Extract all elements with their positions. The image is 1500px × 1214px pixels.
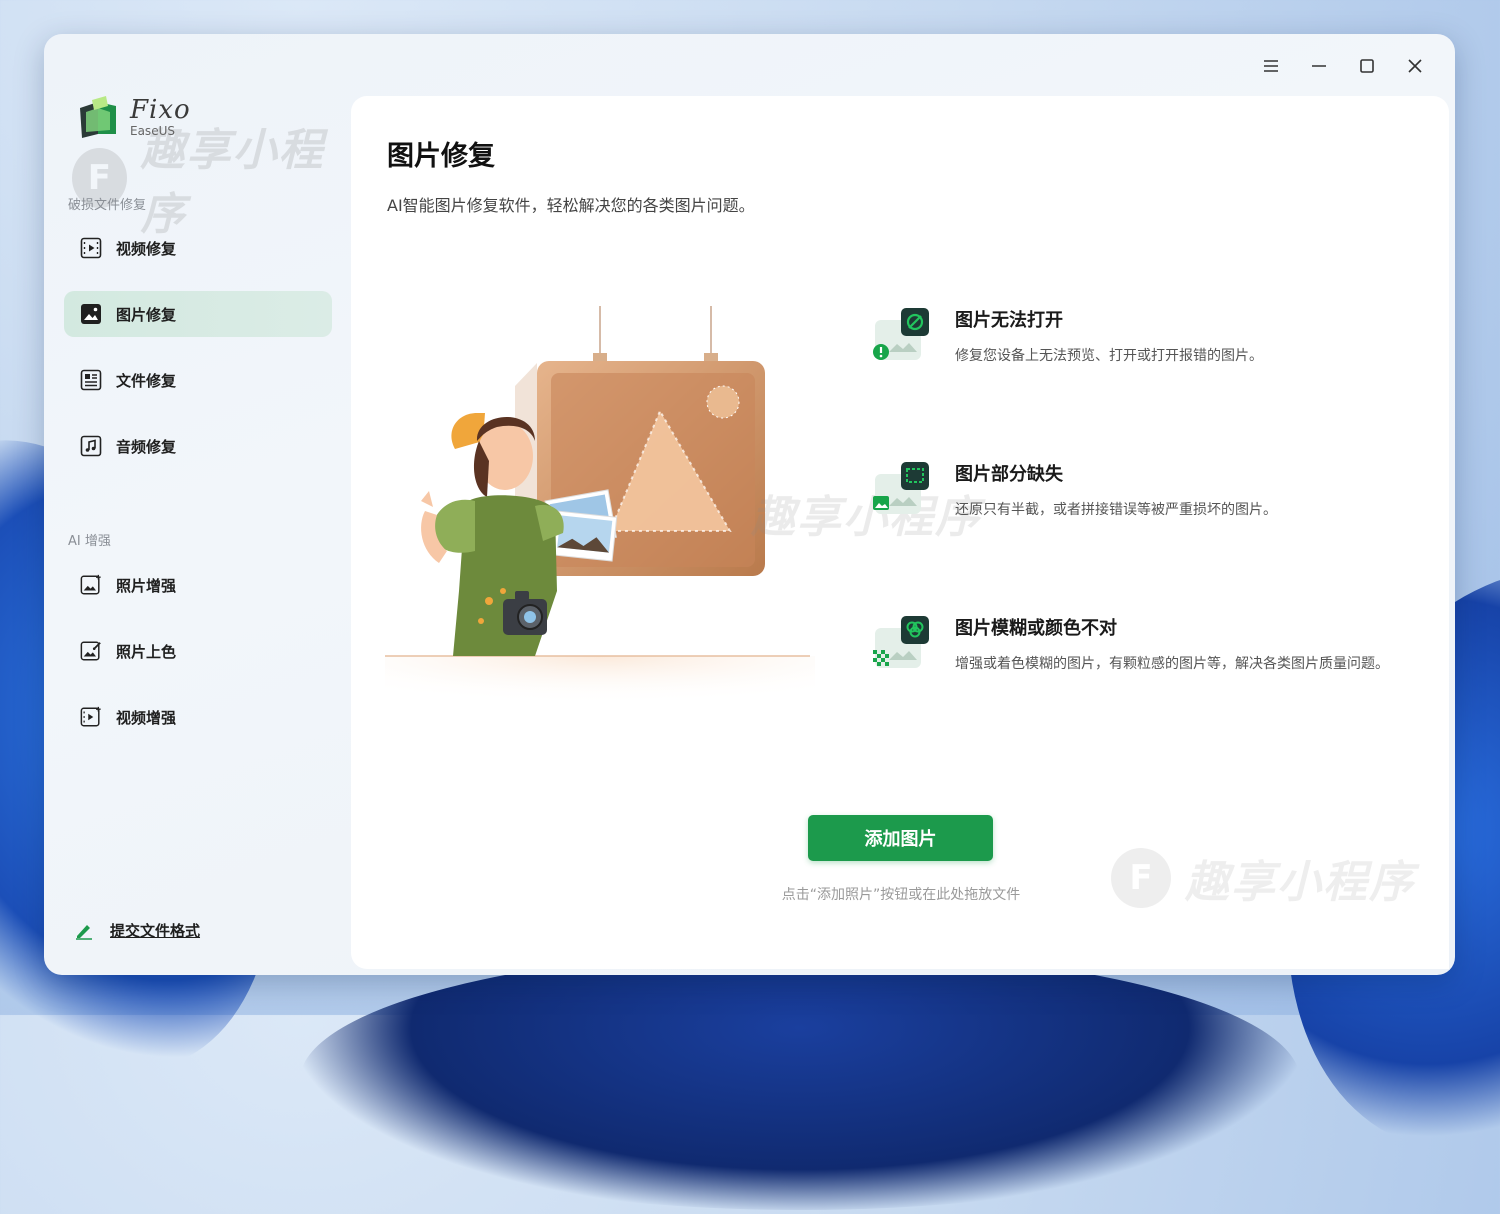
app-window: F 趣享小程序 Fixo EaseUS 破损文件修复 视频修复 图片修复 文件修… xyxy=(44,34,1455,975)
feature-description: 增强或着色模糊的图片，有颗粒感的图片等，解决各类图片质量问题。 xyxy=(955,656,1389,672)
sidebar-item-label: 照片增强 xyxy=(116,576,177,595)
sidebar-item-audio-repair[interactable]: 音频修复 xyxy=(64,423,332,469)
close-icon[interactable] xyxy=(1395,52,1435,80)
watermark-logo: F xyxy=(1111,848,1171,908)
watermark-text: 趣享小程序 xyxy=(1185,857,1415,908)
sidebar-item-image-repair[interactable]: 图片修复 xyxy=(64,291,332,337)
logo-subtitle: EaseUS xyxy=(130,124,175,138)
section-label-repair: 破损文件修复 xyxy=(68,198,147,213)
sidebar-item-video-repair[interactable]: 视频修复 xyxy=(64,225,332,271)
sidebar: F 趣享小程序 Fixo EaseUS 破损文件修复 视频修复 图片修复 文件修… xyxy=(44,34,350,975)
blurry-image-icon xyxy=(873,616,929,668)
photo-colorize-icon xyxy=(80,640,102,662)
sidebar-item-video-enhance[interactable]: 视频增强 xyxy=(64,694,332,740)
section-label-ai: AI 增强 xyxy=(68,534,111,549)
photo-enhance-icon xyxy=(80,574,102,596)
app-logo: Fixo EaseUS xyxy=(76,94,191,140)
feature-title: 图片无法打开 xyxy=(955,310,1063,331)
watermark: F 趣享小程序 xyxy=(1111,846,1415,910)
feature-description: 修复您设备上无法预览、打开或打开报错的图片。 xyxy=(955,348,1263,364)
partial-image-icon xyxy=(873,462,929,514)
document-file-icon xyxy=(80,369,102,391)
maximize-icon[interactable] xyxy=(1347,52,1387,80)
pencil-icon xyxy=(76,924,92,940)
video-enhance-icon xyxy=(80,706,102,728)
video-file-icon xyxy=(80,237,102,259)
broken-image-icon xyxy=(873,308,929,360)
sidebar-item-label: 文件修复 xyxy=(116,371,177,390)
sidebar-item-label: 照片上色 xyxy=(116,642,177,661)
audio-file-icon xyxy=(80,435,102,457)
logo-title: Fixo xyxy=(130,95,191,125)
wallpaper-swirl-bottom xyxy=(300,950,1300,1210)
add-image-button[interactable]: 添加图片 xyxy=(808,815,993,861)
submit-file-format-link[interactable]: 提交文件格式 xyxy=(74,920,200,941)
sidebar-item-label: 视频增强 xyxy=(116,708,177,727)
sidebar-item-label: 图片修复 xyxy=(116,305,177,324)
sidebar-item-photo-colorize[interactable]: 照片上色 xyxy=(64,628,332,674)
submit-file-format-label: 提交文件格式 xyxy=(110,922,201,940)
watermark-text-mid: 趣享小程序 xyxy=(751,492,981,543)
page-subtitle: AI智能图片修复软件，轻松解决您的各类图片问题。 xyxy=(387,196,755,215)
fixo-logo-icon xyxy=(80,96,116,138)
window-controls xyxy=(1251,52,1435,80)
hamburger-icon[interactable] xyxy=(1251,52,1291,80)
page-title: 图片修复 xyxy=(387,141,495,172)
main-panel: 图片修复 AI智能图片修复软件，轻松解决您的各类图片问题。 趣享小程序 图片无法… xyxy=(351,96,1449,969)
sidebar-item-label: 视频修复 xyxy=(116,239,177,258)
sidebar-item-label: 音频修复 xyxy=(116,437,177,456)
drop-hint: 点击“添加照片”按钮或在此处拖放文件 xyxy=(781,887,1021,903)
sidebar-item-file-repair[interactable]: 文件修复 xyxy=(64,357,332,403)
feature-title: 图片模糊或颜色不对 xyxy=(955,618,1117,639)
minimize-icon[interactable] xyxy=(1299,52,1339,80)
image-file-icon xyxy=(80,303,102,325)
feature-description: 还原只有半截，或者拼接错误等被严重损坏的图片。 xyxy=(955,502,1277,518)
sidebar-item-photo-enhance[interactable]: 照片增强 xyxy=(64,562,332,608)
feature-title: 图片部分缺失 xyxy=(955,464,1063,485)
